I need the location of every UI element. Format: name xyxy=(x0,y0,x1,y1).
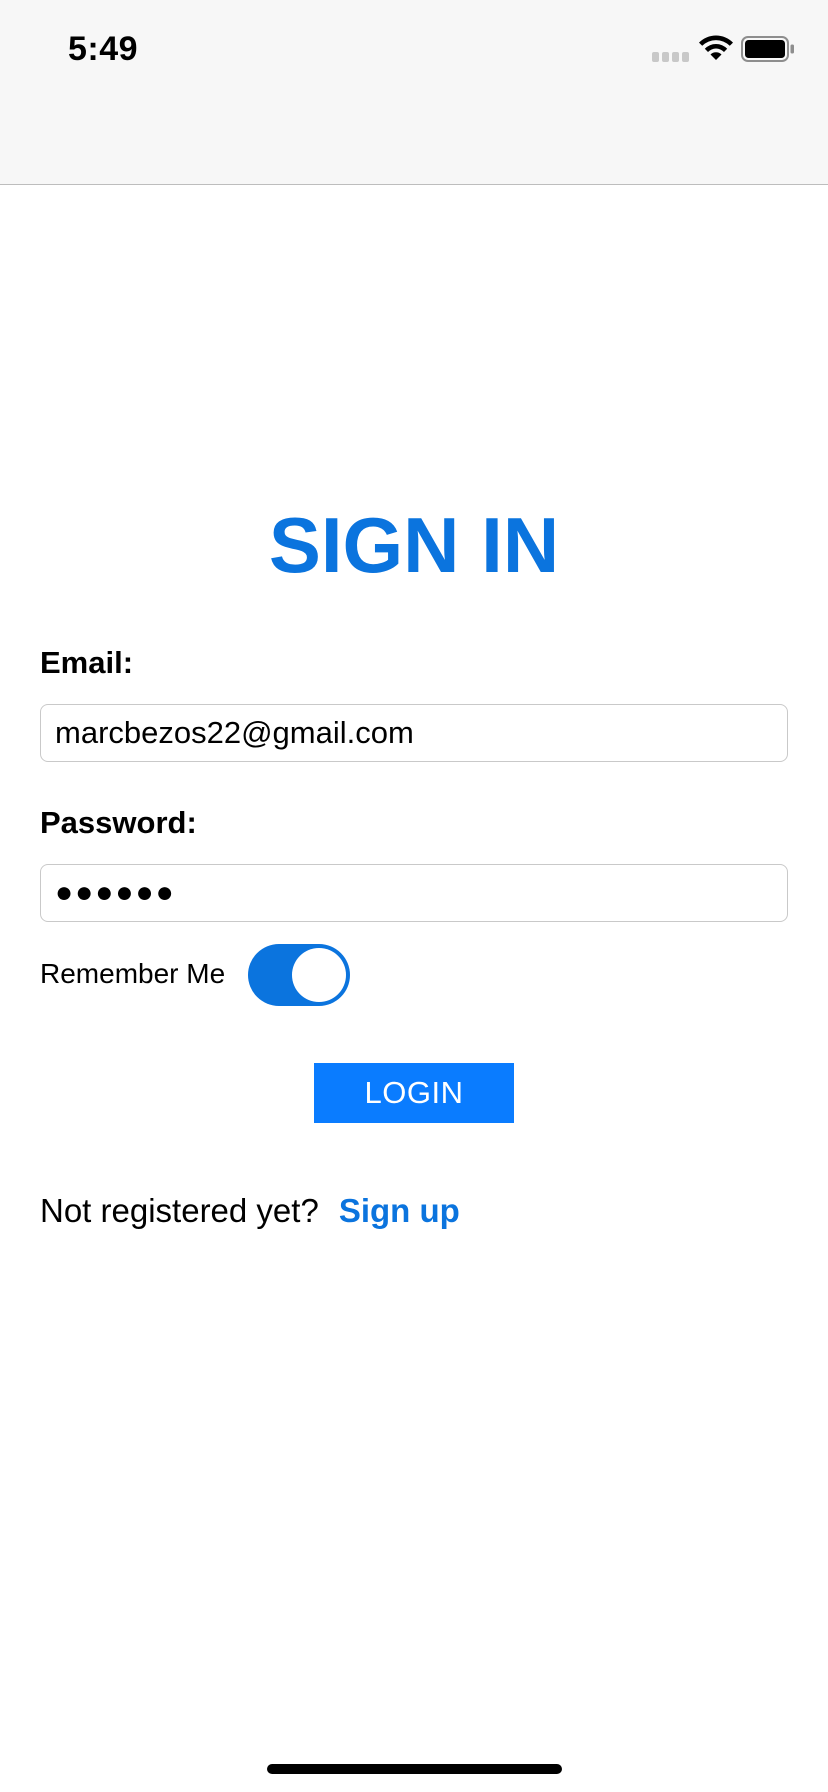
signup-row: Not registered yet? Sign up xyxy=(40,1192,460,1230)
password-field[interactable]: ●●●●●● xyxy=(40,864,788,922)
home-indicator xyxy=(267,1764,562,1774)
email-value: marcbezos22@gmail.com xyxy=(55,715,414,750)
email-field[interactable]: marcbezos22@gmail.com xyxy=(40,704,788,762)
password-value: ●●●●●● xyxy=(55,876,176,909)
password-label: Password: xyxy=(40,805,197,840)
signup-link[interactable]: Sign up xyxy=(339,1192,460,1230)
toggle-knob xyxy=(292,948,346,1002)
remember-me-label: Remember Me xyxy=(40,958,226,989)
page-title: SIGN IN xyxy=(268,501,560,589)
remember-me-toggle[interactable] xyxy=(248,944,350,1006)
status-bar: 5:49 xyxy=(0,0,828,185)
cellular-signal-icon xyxy=(652,52,690,62)
login-button[interactable]: LOGIN xyxy=(314,1063,514,1123)
status-time: 5:49 xyxy=(68,30,139,68)
signup-prompt: Not registered yet? xyxy=(40,1192,319,1229)
wifi-icon xyxy=(699,35,733,60)
email-label: Email: xyxy=(40,645,134,680)
battery-icon xyxy=(741,36,794,62)
